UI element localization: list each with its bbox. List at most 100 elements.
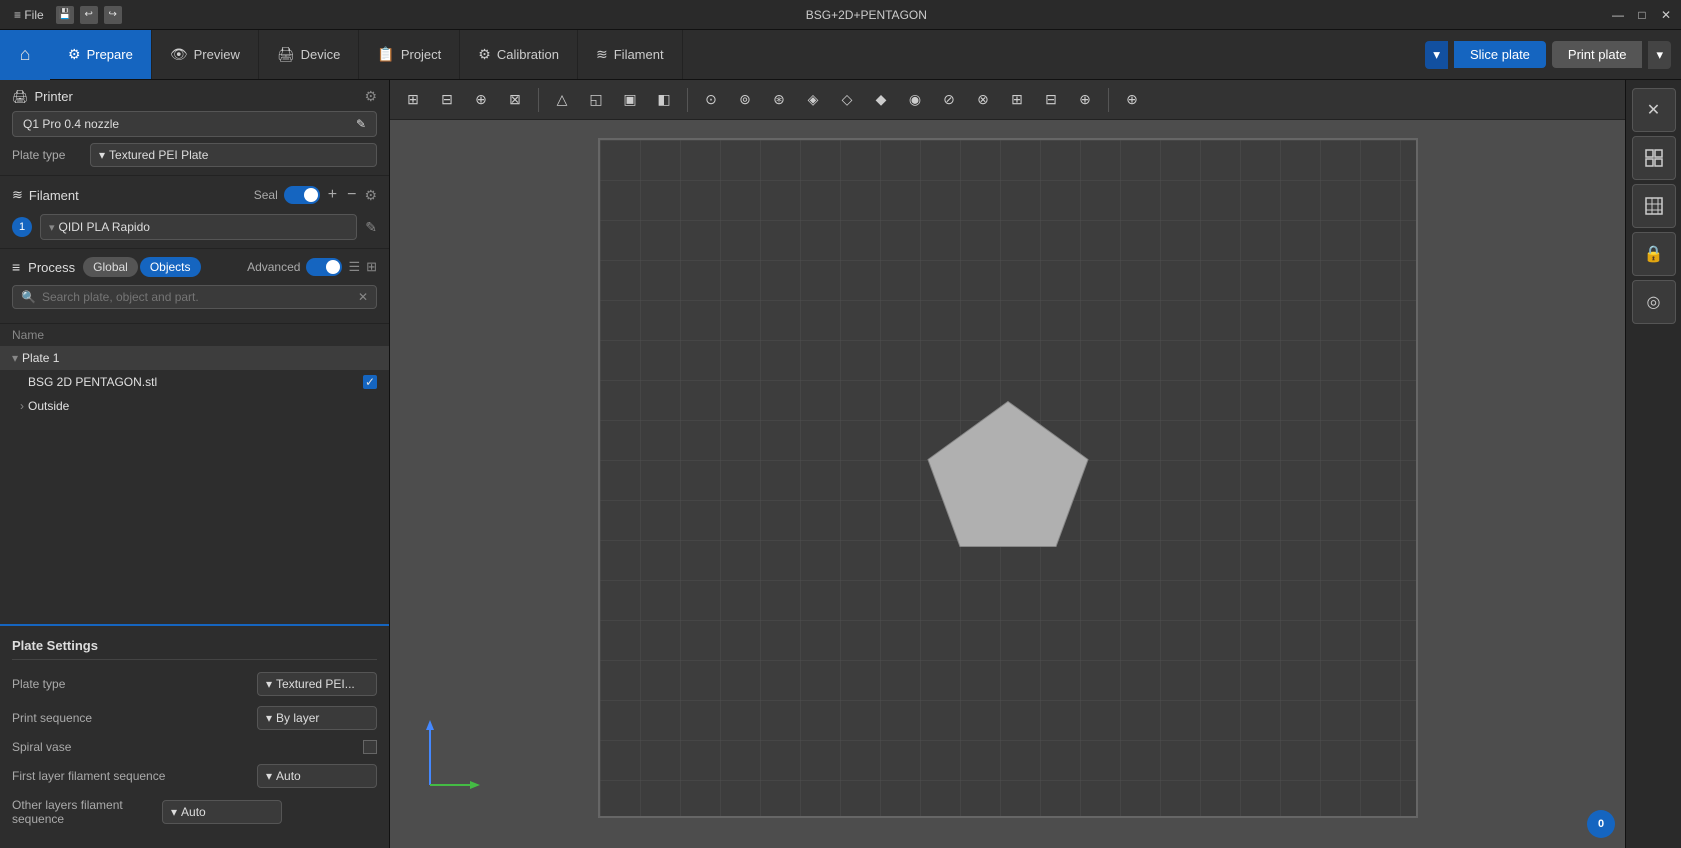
vp-tool-20[interactable]: ⊕: [1070, 86, 1100, 114]
printer-settings-icon[interactable]: ⚙: [364, 88, 377, 105]
tab-filament[interactable]: ≋ Filament: [578, 30, 683, 79]
slice-plate-button[interactable]: Slice plate: [1454, 41, 1546, 68]
advanced-toggle[interactable]: [306, 258, 342, 276]
printer-name-select[interactable]: Q1 Pro 0.4 nozzle ✎: [12, 111, 377, 137]
grid-icon: [1644, 196, 1664, 216]
vp-tool-4[interactable]: ⊠: [500, 86, 530, 114]
nav-tabs: ⚙ Prepare 👁 Preview 🖨 Device 📋 Project ⚙…: [50, 30, 683, 79]
plate-type-select[interactable]: ▾ Textured PEI Plate: [90, 143, 377, 167]
filament-number: 1: [12, 217, 32, 237]
tab-preview[interactable]: 👁 Preview: [152, 30, 259, 79]
main-toolbar: ⌂ ⚙ Prepare 👁 Preview 🖨 Device 📋 Project…: [0, 30, 1681, 80]
first-layer-select[interactable]: ▾ Auto: [257, 764, 377, 788]
other-layers-setting-row: Other layers filament sequence ▾ Auto: [12, 798, 377, 826]
search-clear-icon[interactable]: ✕: [358, 290, 368, 304]
vp-tool-7[interactable]: ▣: [615, 86, 645, 114]
preview-icon: 👁: [170, 46, 188, 63]
process-header: ≡ Process Global Objects Advanced ☰ ⊞: [12, 257, 377, 277]
right-btn-layout[interactable]: [1632, 136, 1676, 180]
vp-tool-19[interactable]: ⊟: [1036, 86, 1066, 114]
redo-icon[interactable]: ↪: [104, 6, 122, 24]
print-sequence-select[interactable]: ▾ By layer: [257, 706, 377, 730]
right-btn-close[interactable]: ✕: [1632, 88, 1676, 132]
process-list-icon[interactable]: ☰: [348, 259, 360, 275]
printer-section-header: 🖨 Printer ⚙: [12, 88, 377, 105]
print-dropdown-button[interactable]: ▾: [1648, 41, 1671, 69]
outside-row[interactable]: › Outside: [0, 394, 389, 418]
vp-tool-17[interactable]: ⊗: [968, 86, 998, 114]
bed-handle-left: [598, 378, 600, 578]
vp-tool-18[interactable]: ⊞: [1002, 86, 1032, 114]
tab-global[interactable]: Global: [83, 257, 138, 277]
vp-tool-9[interactable]: ⊙: [696, 86, 726, 114]
vp-tool-5[interactable]: △: [547, 86, 577, 114]
right-btn-lock[interactable]: 🔒: [1632, 232, 1676, 276]
seal-toggle[interactable]: [284, 186, 320, 204]
tab-device[interactable]: 🖨 Device: [259, 30, 360, 79]
slice-dropdown-button[interactable]: ▾: [1425, 41, 1448, 69]
vp-tool-3[interactable]: ⊕: [466, 86, 496, 114]
save-icon[interactable]: 💾: [56, 6, 74, 24]
add-filament-button[interactable]: +: [326, 184, 339, 206]
filament-row: 1 ▾ QIDI PLA Rapido ✎: [12, 214, 377, 240]
dropdown-icon: ▾: [266, 677, 272, 691]
file-menu[interactable]: ≡ File: [8, 6, 50, 24]
close-button[interactable]: ✕: [1659, 8, 1673, 22]
vp-divider-3: [1108, 88, 1109, 112]
filament-section-title: ≋ Filament: [12, 187, 79, 203]
tab-prepare[interactable]: ⚙ Prepare: [50, 30, 152, 79]
printer-edit-icon: ✎: [356, 117, 366, 131]
file-row[interactable]: BSG 2D PENTAGON.stl ✓: [0, 370, 389, 394]
vp-tool-1[interactable]: ⊞: [398, 86, 428, 114]
window-controls: — □ ✕: [1611, 8, 1673, 22]
outside-chevron-icon: ›: [20, 399, 24, 413]
plate-type-setting-select[interactable]: ▾ Textured PEI...: [257, 672, 377, 696]
vp-tool-2[interactable]: ⊟: [432, 86, 462, 114]
filament-select[interactable]: ▾ QIDI PLA Rapido: [40, 214, 357, 240]
spiral-vase-checkbox[interactable]: [363, 740, 377, 754]
plate-chevron-icon: ▾: [12, 351, 18, 365]
filament-settings-icon[interactable]: ⚙: [364, 187, 377, 204]
viewport: ⊞ ⊟ ⊕ ⊠ △ ◱ ▣ ◧ ⊙ ⊚ ⊛ ◈ ◇ ◆ ◉ ⊘ ⊗ ⊞ ⊟ ⊕ …: [390, 80, 1625, 848]
right-btn-view[interactable]: ◎: [1632, 280, 1676, 324]
printer-section-title: 🖨 Printer: [12, 89, 73, 105]
undo-icon[interactable]: ↩: [80, 6, 98, 24]
vp-tool-10[interactable]: ⊚: [730, 86, 760, 114]
vp-tool-14[interactable]: ◆: [866, 86, 896, 114]
printer-section: 🖨 Printer ⚙ Q1 Pro 0.4 nozzle ✎ Plate ty…: [0, 80, 389, 176]
tab-calibration[interactable]: ⚙ Calibration: [460, 30, 578, 79]
vp-tool-13[interactable]: ◇: [832, 86, 862, 114]
print-plate-button[interactable]: Print plate: [1552, 41, 1643, 68]
right-btn-grid[interactable]: [1632, 184, 1676, 228]
left-panel: 🖨 Printer ⚙ Q1 Pro 0.4 nozzle ✎ Plate ty…: [0, 80, 390, 848]
plate-row[interactable]: ▾ Plate 1: [0, 346, 389, 370]
axis-arrows: [420, 715, 480, 798]
vp-divider-1: [538, 88, 539, 112]
first-layer-setting-row: First layer filament sequence ▾ Auto: [12, 764, 377, 788]
tab-project[interactable]: 📋 Project: [359, 30, 460, 79]
filament-section: ≋ Filament Seal + − ⚙ 1 ▾: [0, 176, 389, 249]
3d-view[interactable]: 0: [390, 120, 1625, 848]
process-icon: ≡: [12, 259, 20, 275]
other-layers-select[interactable]: ▾ Auto: [162, 800, 282, 824]
vp-tool-8[interactable]: ◧: [649, 86, 679, 114]
vp-tool-12[interactable]: ◈: [798, 86, 828, 114]
remove-filament-button[interactable]: −: [345, 184, 358, 206]
minimize-button[interactable]: —: [1611, 8, 1625, 22]
file-checkbox[interactable]: ✓: [363, 375, 377, 389]
print-sequence-setting-row: Print sequence ▾ By layer: [12, 706, 377, 730]
vp-tool-11[interactable]: ⊛: [764, 86, 794, 114]
bed-handle-top: [908, 138, 1108, 140]
home-button[interactable]: ⌂: [0, 30, 50, 80]
process-settings-icon[interactable]: ⊞: [366, 259, 377, 275]
vp-tool-6[interactable]: ◱: [581, 86, 611, 114]
tab-objects[interactable]: Objects: [140, 257, 201, 277]
vp-tool-21[interactable]: ⊕: [1117, 86, 1147, 114]
vp-tool-16[interactable]: ⊘: [934, 86, 964, 114]
maximize-button[interactable]: □: [1635, 8, 1649, 22]
filament-edit-icon[interactable]: ✎: [365, 219, 377, 236]
process-section: ≡ Process Global Objects Advanced ☰ ⊞: [0, 249, 389, 324]
print-bed: [598, 138, 1418, 818]
search-input[interactable]: [42, 290, 352, 304]
vp-tool-15[interactable]: ◉: [900, 86, 930, 114]
